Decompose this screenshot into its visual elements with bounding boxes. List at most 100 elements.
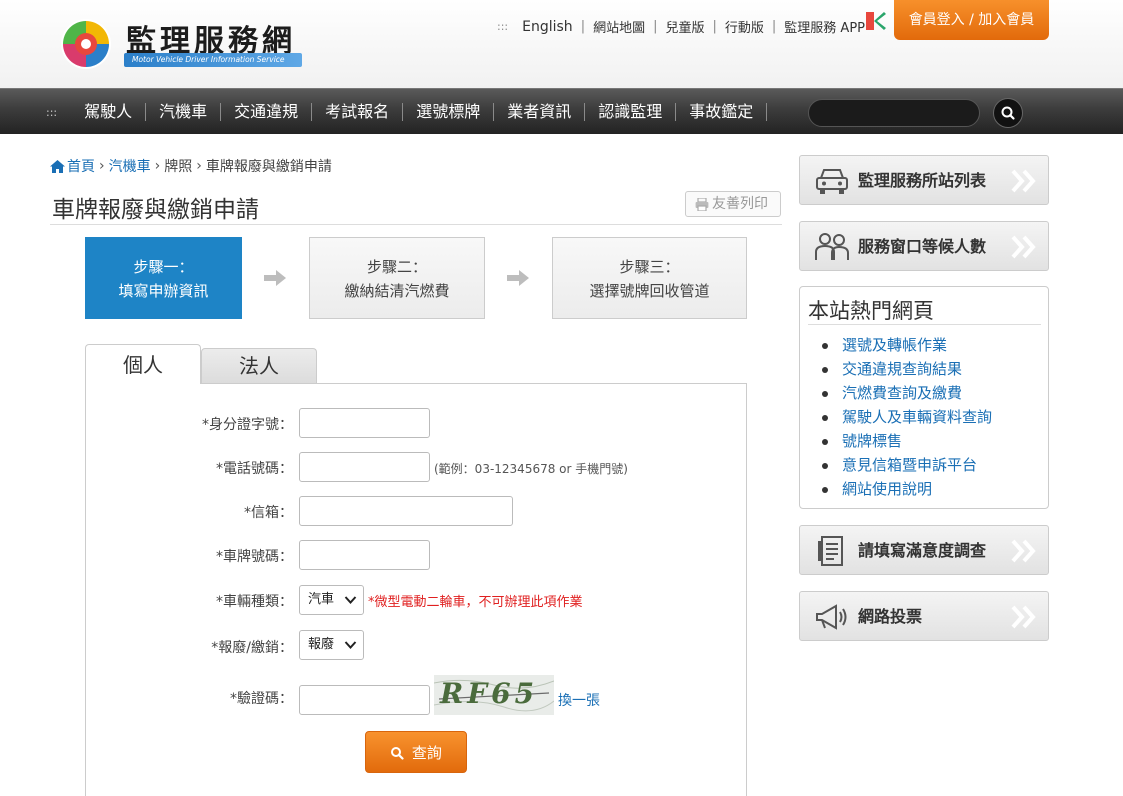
print-button[interactable]: 友善列印: [685, 191, 781, 217]
chevron-down-icon: [344, 641, 357, 649]
query-button[interactable]: 查詢: [365, 731, 467, 773]
nav-item-violation[interactable]: 交通違規: [221, 103, 313, 121]
breadcrumb-vehicle[interactable]: 汽機車: [109, 156, 151, 176]
step-1-desc: 填寫申辦資訊: [118, 282, 209, 300]
double-chevron-right-icon: [1011, 539, 1036, 563]
email-label: *信箱：: [244, 505, 293, 521]
link-app[interactable]: 監理服務 APP: [784, 17, 865, 36]
accesskey-dots: :::: [497, 20, 509, 33]
online-vote-label: 網路投票: [858, 607, 923, 626]
step-1-title: 步驟一：: [133, 258, 194, 276]
popular-link[interactable]: 號牌標售: [822, 429, 992, 453]
query-label: 查詢: [411, 744, 442, 762]
print-label: 友善列印: [712, 196, 768, 212]
car-icon: [816, 169, 848, 194]
step-2-desc: 繳納結清汽燃費: [344, 282, 450, 300]
breadcrumb-home[interactable]: 首頁: [67, 156, 95, 176]
action-select[interactable]: 報廢: [299, 630, 364, 660]
popular-link[interactable]: 汽燃費查詢及繳費: [822, 381, 992, 405]
step-3-title: 步驟三：: [619, 258, 680, 276]
search-input[interactable]: [808, 99, 980, 127]
plate-number-label: *車牌號碼：: [216, 549, 293, 565]
popular-link[interactable]: 交通違規查詢結果: [822, 357, 992, 381]
step-2: 步驟二： 繳納結清汽燃費: [309, 237, 485, 319]
vehicle-type-label: *車輛種類：: [216, 594, 293, 610]
nav-item-about[interactable]: 認識監理: [585, 103, 677, 121]
phone-input[interactable]: [299, 452, 430, 482]
title-divider: [50, 224, 782, 225]
office-list-button[interactable]: 監理服務所站列表: [799, 155, 1049, 205]
link-english[interactable]: English: [522, 19, 573, 35]
id-number-input[interactable]: [299, 408, 430, 438]
link-mobile[interactable]: 行動版: [725, 17, 764, 36]
popular-pages-title: 本站熱門網頁: [808, 299, 934, 323]
nav-item-industry[interactable]: 業者資訊: [494, 103, 586, 121]
phone-hint: (範例：03-12345678 or 手機門號): [434, 462, 628, 476]
kids-logo-icon[interactable]: [866, 12, 886, 30]
phone-label: *電話號碼：: [216, 461, 293, 477]
step-2-title: 步驟二：: [366, 258, 427, 276]
breadcrumb: 首頁 › 汽機車 › 牌照 › 車牌報廢與繳銷申請: [50, 156, 332, 176]
chevron-down-icon: [344, 596, 357, 604]
action-value: 報廢: [308, 637, 335, 652]
popular-pages-list: 選號及轉帳作業 交通違規查詢結果 汽燃費查詢及繳費 駕駛人及車輛資料查詢 號牌標…: [822, 333, 992, 501]
step-1: 步驟一： 填寫申辦資訊: [85, 237, 242, 319]
popular-link[interactable]: 駕駛人及車輛資料查詢: [822, 405, 992, 429]
site-logo[interactable]: 監理服務網 Motor Vehicle Driver Information S…: [58, 16, 308, 72]
queue-status-button[interactable]: 服務窗口等候人數: [799, 221, 1049, 271]
popular-link[interactable]: 網站使用說明: [822, 477, 992, 501]
link-kids[interactable]: 兒童版: [665, 17, 704, 36]
online-vote-button[interactable]: 網路投票: [799, 591, 1049, 641]
id-number-label: *身分證字號：: [202, 417, 293, 433]
double-chevron-right-icon: [1011, 605, 1036, 629]
popular-link[interactable]: 選號及轉帳作業: [822, 333, 992, 357]
login-register-button[interactable]: 會員登入 / 加入會員: [894, 0, 1049, 40]
captcha-label: *驗證碼：: [230, 691, 293, 707]
document-icon: [818, 536, 843, 566]
action-label: *報廢/繳銷：: [211, 640, 293, 656]
page-title: 車牌報廢與繳銷申請: [52, 197, 259, 223]
popular-link[interactable]: 意見信箱暨申訴平台: [822, 453, 992, 477]
captcha-image: RF65: [434, 675, 554, 715]
top-links: ::: English | 網站地圖 | 兒童版 | 行動版 | 監理服務 AP…: [497, 17, 866, 37]
link-sitemap[interactable]: 網站地圖: [593, 17, 645, 36]
search-button[interactable]: [993, 98, 1023, 128]
arrow-right-icon: [264, 270, 286, 286]
breadcrumb-current: 車牌報廢與繳銷申請: [205, 159, 332, 175]
step-3: 步驟三： 選擇號牌回收管道: [552, 237, 747, 319]
arrow-right-icon: [507, 270, 529, 286]
home-icon: [50, 159, 65, 173]
nav-item-vehicle[interactable]: 汽機車: [146, 103, 222, 121]
captcha-refresh-link[interactable]: 換一張: [558, 690, 600, 710]
captcha-text: RF65: [440, 677, 539, 710]
logo-subtitle: Motor Vehicle Driver Information Service: [124, 53, 302, 67]
search-icon: [1001, 106, 1015, 120]
office-list-label: 監理服務所站列表: [858, 171, 987, 190]
megaphone-icon: [816, 604, 847, 630]
double-chevron-right-icon: [1011, 235, 1036, 259]
logo-emblem-icon: [61, 19, 111, 69]
site-header: 監理服務網 Motor Vehicle Driver Information S…: [0, 0, 1123, 88]
vehicle-type-select[interactable]: 汽車: [299, 585, 364, 615]
survey-label: 請填寫滿意度調查: [858, 541, 987, 560]
captcha-input[interactable]: [299, 685, 430, 715]
search-icon: [391, 747, 404, 760]
email-input[interactable]: [299, 496, 513, 526]
vehicle-type-value: 汽車: [308, 592, 335, 607]
nav-item-accident[interactable]: 事故鑑定: [676, 103, 768, 121]
survey-button[interactable]: 請填寫滿意度調查: [799, 525, 1049, 575]
nav-item-plate-number[interactable]: 選號標牌: [403, 103, 495, 121]
double-chevron-right-icon: [1011, 169, 1036, 193]
printer-icon: [695, 198, 709, 211]
tab-corporate[interactable]: 法人: [201, 348, 317, 383]
queue-status-label: 服務窗口等候人數: [858, 237, 987, 256]
plate-number-input[interactable]: [299, 540, 430, 570]
nav-item-exam[interactable]: 考試報名: [312, 103, 404, 121]
vehicle-type-warning: *微型電動二輪車，不可辦理此項作業: [368, 595, 583, 610]
nav-accesskey-dots: :::: [46, 105, 58, 119]
breadcrumb-license[interactable]: 牌照: [164, 156, 192, 176]
tab-personal[interactable]: 個人: [85, 344, 201, 384]
popular-pages-panel: 本站熱門網頁 選號及轉帳作業 交通違規查詢結果 汽燃費查詢及繳費 駕駛人及車輛資…: [799, 286, 1049, 509]
nav-item-driver[interactable]: 駕駛人: [71, 103, 147, 121]
main-nav: ::: 駕駛人 汽機車 交通違規 考試報名 選號標牌 業者資訊 認識監理 事故鑑…: [0, 88, 1123, 134]
